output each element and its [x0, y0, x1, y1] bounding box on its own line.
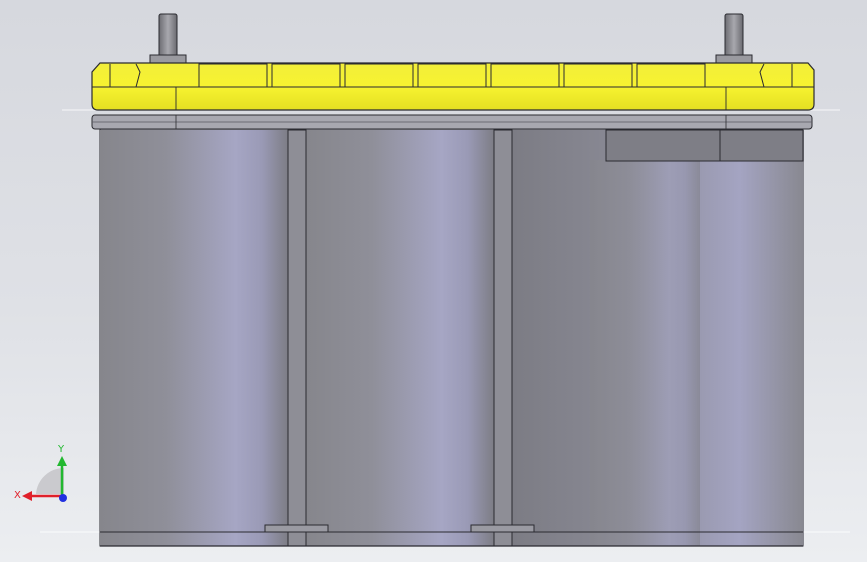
case-foot-2 — [470, 524, 535, 533]
cell-panel-2 — [306, 130, 494, 546]
battery-model-view[interactable]: Y X — [0, 0, 867, 562]
yellow-top-lid[interactable] — [91, 62, 815, 111]
lid-base-band[interactable] — [91, 114, 813, 130]
battery-case[interactable] — [99, 125, 804, 547]
cell-divider-2 — [493, 129, 513, 547]
positive-terminal-post[interactable] — [715, 13, 753, 65]
cad-graphics-viewport[interactable]: Y X — [0, 0, 867, 562]
vent-box — [605, 129, 804, 162]
cell-panel-1 — [100, 130, 288, 546]
view-orientation-triad[interactable]: Y X — [14, 444, 67, 502]
z-axis-dot — [59, 494, 67, 502]
cell-highlight — [590, 160, 700, 546]
y-axis-label: Y — [57, 444, 65, 455]
negative-terminal-post[interactable] — [149, 13, 187, 65]
cell-divider-1 — [287, 129, 307, 547]
case-foot-1 — [264, 524, 329, 533]
x-axis-label: X — [14, 490, 21, 501]
